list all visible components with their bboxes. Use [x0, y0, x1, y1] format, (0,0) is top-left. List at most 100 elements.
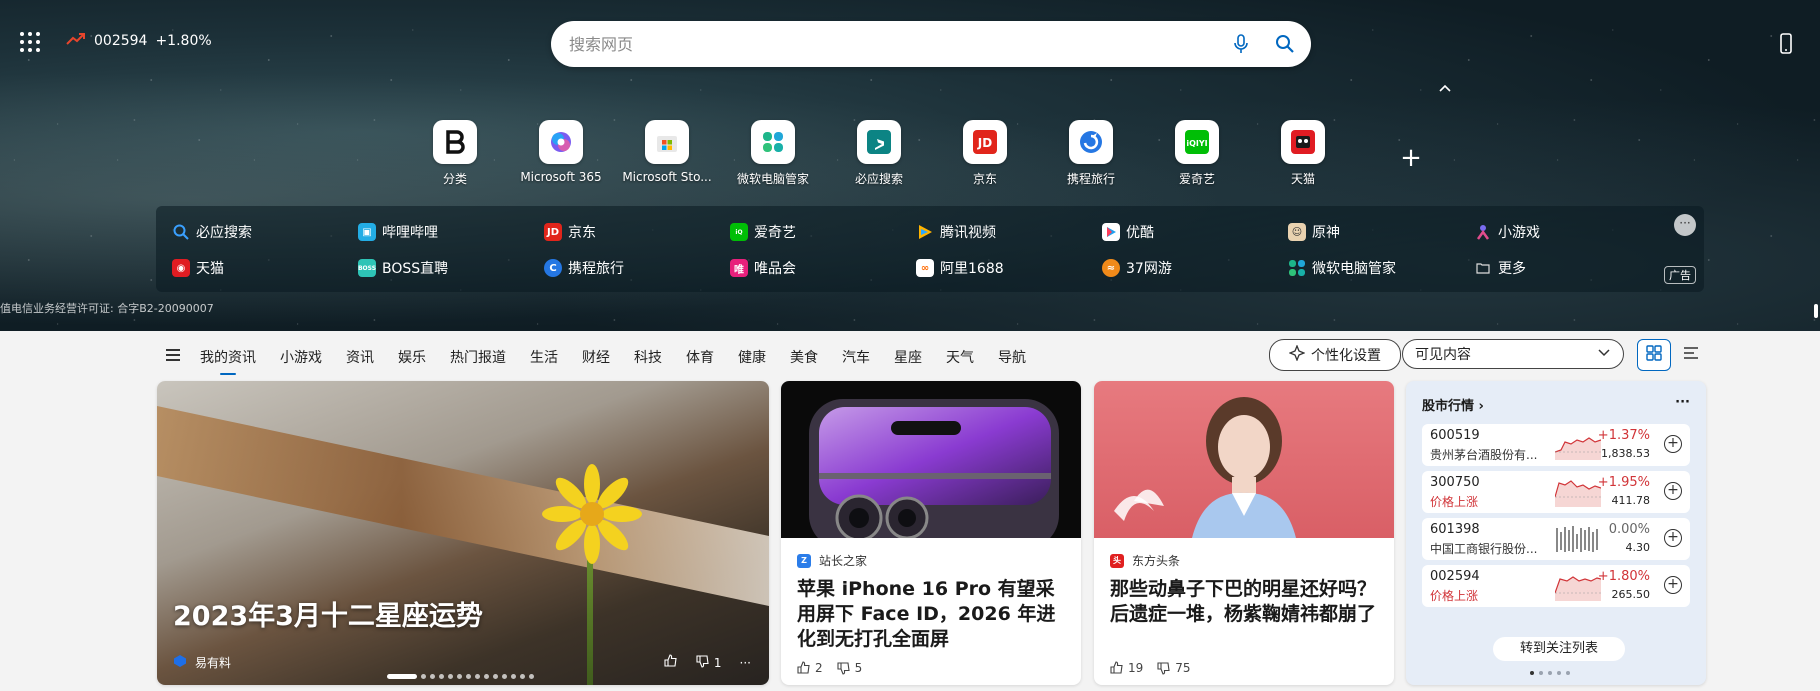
like-button[interactable]: 2 [797, 661, 823, 675]
app-launcher-icon[interactable] [20, 32, 44, 56]
add-to-watchlist-icon[interactable]: + [1664, 482, 1682, 500]
hero-news-card[interactable]: 2023年3月十二星座运势 易有料 1 ··· [157, 381, 769, 685]
hero-image [157, 381, 769, 685]
tab-entertainment[interactable]: 娱乐 [398, 343, 426, 371]
site-link[interactable]: ◉ 天猫 [172, 258, 224, 278]
phone-icon[interactable] [1776, 32, 1796, 56]
site-link[interactable]: iQ 爱奇艺 [730, 222, 796, 242]
hamburger-menu-icon[interactable] [166, 349, 180, 361]
iqiyi-icon: iQ [730, 223, 748, 241]
news-card[interactable]: 头 东方头条 那些动鼻子下巴的明星还好吗？后遗症一堆，杨紫鞠婧祎都崩了 19 7… [1094, 381, 1394, 685]
tab-my-news[interactable]: 我的资讯 [200, 343, 256, 375]
stock-card-more-button[interactable]: ··· [1675, 395, 1690, 414]
list-view-icon [1683, 345, 1699, 364]
site-link[interactable]: 唯 唯品会 [730, 258, 796, 278]
stock-row[interactable]: 300750 价格上涨 +1.95% 411.78 + [1422, 471, 1690, 513]
ticker-code: 002594 [94, 33, 148, 49]
stock-card-pagination[interactable] [1530, 671, 1570, 675]
news-headline[interactable]: 那些动鼻子下巴的明星还好吗？后遗症一堆，杨紫鞠婧祎都崩了 [1110, 577, 1378, 627]
like-button[interactable]: 19 [1110, 661, 1143, 675]
personalize-button[interactable]: 个性化设置 [1269, 339, 1401, 371]
bilibili-icon: ▣ [358, 223, 376, 241]
site-link[interactable]: 优酷 [1102, 222, 1154, 242]
site-link[interactable]: 小游戏 [1474, 222, 1540, 242]
tab-news[interactable]: 资讯 [346, 343, 374, 371]
tab-mini-games[interactable]: 小游戏 [280, 343, 322, 371]
tab-tech[interactable]: 科技 [634, 343, 662, 371]
quick-link[interactable]: iQIYI 爱奇艺 [1147, 120, 1247, 187]
quick-link[interactable]: 微软电脑管家 [723, 120, 823, 187]
scrollbar-thumb[interactable] [1814, 304, 1818, 318]
quick-link[interactable]: 分类 [405, 120, 505, 187]
bing-search-icon [172, 223, 190, 241]
site-link[interactable]: ∞ 阿里1688 [916, 258, 1004, 278]
like-icon [1110, 661, 1124, 675]
dislike-button[interactable]: 1 [696, 654, 722, 671]
feed-tabs: 我的资讯 小游戏 资讯 娱乐 热门报道 生活 财经 科技 体育 健康 美食 汽车… [200, 343, 1050, 375]
quick-link[interactable]: Microsoft 365 [511, 120, 611, 184]
quick-link[interactable]: Microsoft Sto... [617, 120, 717, 184]
sparkline-chart [1555, 480, 1601, 507]
stock-row[interactable]: 601398 中国工商银行股份... 0.00% 4.30 + [1422, 518, 1690, 560]
tab-trending[interactable]: 热门报道 [450, 343, 506, 371]
site-links-panel: 必应搜索 ▣ 哔哩哔哩 JD 京东 iQ 爱奇艺 腾讯视频 优酷 ☺ 原神 小游… [156, 206, 1704, 292]
quick-link[interactable]: 天猫 [1253, 120, 1353, 187]
stock-row[interactable]: 002594 价格上涨 +1.80% 265.50 + [1422, 565, 1690, 607]
stock-ticker[interactable]: 002594 +1.80% [66, 32, 212, 50]
add-to-watchlist-icon[interactable]: + [1664, 435, 1682, 453]
grid-view-button[interactable] [1637, 339, 1671, 371]
tab-finance[interactable]: 财经 [582, 343, 610, 371]
carousel-dots[interactable] [387, 674, 534, 679]
go-to-watchlist-button[interactable]: 转到关注列表 [1493, 637, 1625, 661]
quick-link[interactable]: 必应搜索 [829, 120, 929, 187]
hero-source[interactable]: 易有料 [173, 654, 231, 671]
stock-row[interactable]: 600519 贵州茅台酒股份有... +1.37% 1,838.53 + [1422, 424, 1690, 466]
news-source[interactable]: 头 东方头条 [1110, 552, 1378, 569]
site-link[interactable]: 更多 [1474, 258, 1526, 278]
quick-link[interactable]: 携程旅行 [1041, 120, 1141, 187]
search-icon[interactable] [1267, 26, 1303, 62]
quick-link[interactable]: JD 京东 [935, 120, 1035, 187]
site-link[interactable]: ☺ 原神 [1288, 222, 1340, 242]
tencent-video-icon [916, 223, 934, 241]
list-view-button[interactable] [1675, 339, 1707, 369]
more-options-button[interactable]: ··· [740, 656, 751, 670]
news-headline[interactable]: 苹果 iPhone 16 Pro 有望采用屏下 Face ID，2026 年进化… [797, 577, 1065, 652]
like-icon[interactable] [664, 654, 678, 671]
visible-content-select[interactable]: 可见内容 [1402, 339, 1624, 369]
tab-navigation[interactable]: 导航 [998, 343, 1026, 371]
add-quick-link-button[interactable]: + [1397, 145, 1425, 173]
dislike-button[interactable]: 75 [1157, 661, 1191, 675]
tab-health[interactable]: 健康 [738, 343, 766, 371]
stock-card-title[interactable]: 股市行情 › [1422, 395, 1484, 414]
news-source[interactable]: Z 站长之家 [797, 552, 1065, 569]
ticker-change: +1.80% [155, 33, 212, 49]
tab-autos[interactable]: 汽车 [842, 343, 870, 371]
microphone-icon[interactable] [1223, 26, 1259, 62]
flower-image [542, 464, 642, 564]
site-link[interactable]: 微软电脑管家 [1288, 258, 1396, 278]
dislike-button[interactable]: 5 [837, 661, 862, 675]
chevron-up-icon[interactable] [1435, 80, 1455, 94]
site-link[interactable]: JD 京东 [544, 222, 596, 242]
site-link[interactable]: BOSS BOSS直聘 [358, 258, 448, 278]
add-to-watchlist-icon[interactable]: + [1664, 576, 1682, 594]
add-to-watchlist-icon[interactable]: + [1664, 529, 1682, 547]
site-link[interactable]: 必应搜索 [172, 222, 252, 242]
hero-headline[interactable]: 2023年3月十二星座运势 [173, 594, 483, 633]
news-card[interactable]: Z 站长之家 苹果 iPhone 16 Pro 有望采用屏下 Face ID，2… [781, 381, 1081, 685]
tab-sports[interactable]: 体育 [686, 343, 714, 371]
site-link[interactable]: ≈ 37网游 [1102, 258, 1172, 278]
ad-badge[interactable]: 广告 [1664, 266, 1696, 284]
search-input[interactable] [567, 33, 1223, 55]
site-link[interactable]: 腾讯视频 [916, 222, 996, 242]
site-links-more-button[interactable]: ··· [1674, 214, 1696, 236]
license-text[interactable]: 值电信业务经营许可证: 合字B2-20090007 [0, 300, 214, 316]
tab-life[interactable]: 生活 [530, 343, 558, 371]
b-brand-icon [433, 120, 477, 164]
tab-food[interactable]: 美食 [790, 343, 818, 371]
site-link[interactable]: C 携程旅行 [544, 258, 624, 278]
tab-weather[interactable]: 天气 [946, 343, 974, 371]
site-link[interactable]: ▣ 哔哩哔哩 [358, 222, 438, 242]
tab-horoscope[interactable]: 星座 [894, 343, 922, 371]
